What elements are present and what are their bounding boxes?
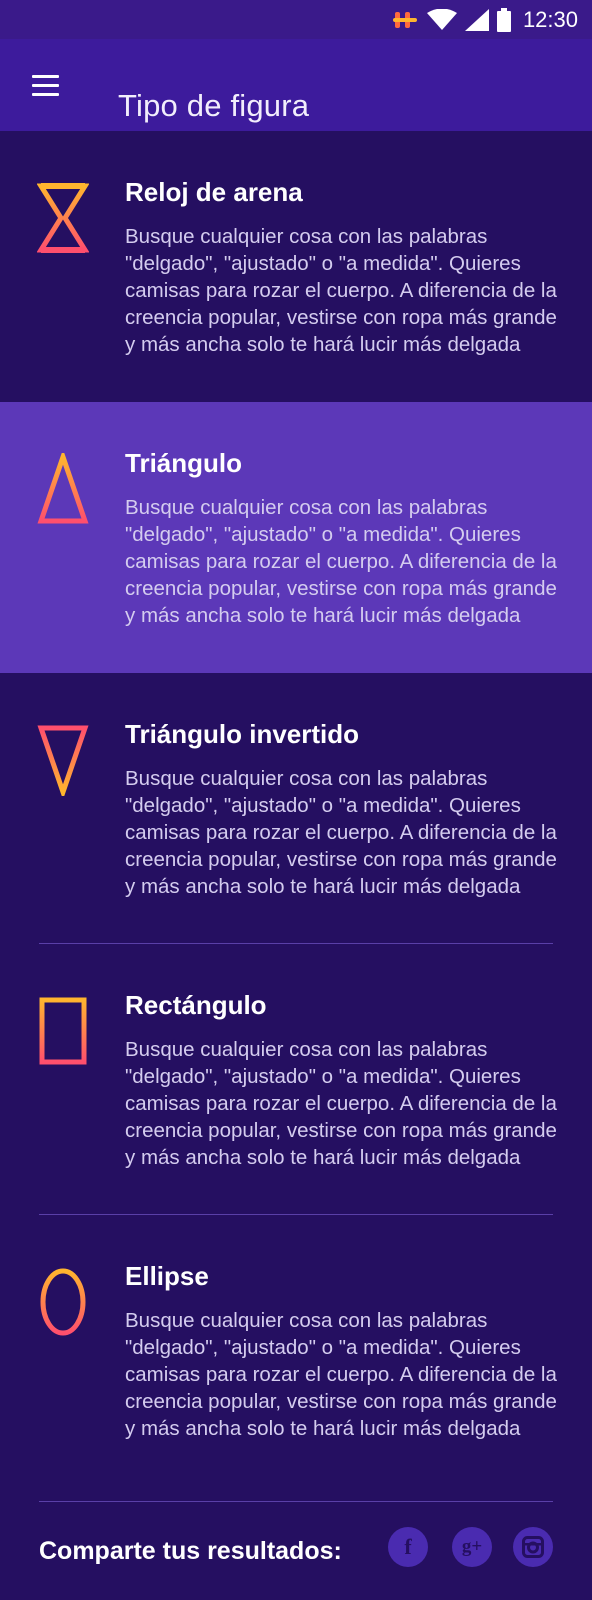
instagram-glyph [522, 1536, 544, 1558]
signal-icon [464, 8, 489, 31]
facebook-glyph: f [404, 1534, 412, 1559]
ellipse-icon [40, 1268, 86, 1336]
inverted-triangle-icon [37, 725, 89, 796]
battery-icon [496, 7, 511, 32]
status-time: 12:30 [522, 6, 578, 32]
shape-description: Busque cualquier cosa con las palabras "… [125, 1309, 557, 1440]
facebook-icon[interactable]: f [388, 1527, 428, 1567]
app-bar: Tipo de figura [0, 39, 592, 131]
shape-title: Rectángulo [125, 990, 267, 1020]
rectangle-icon [39, 997, 87, 1065]
status-bar: 12:30 [0, 0, 592, 39]
instagram-icon[interactable] [513, 1527, 553, 1567]
hourglass-icon [37, 183, 89, 253]
wifi-icon [426, 8, 457, 30]
shape-item-hourglass[interactable]: Reloj de arena Busque cualquier cosa con… [0, 131, 592, 402]
shape-item-rectangle[interactable]: Rectángulo Busque cualquier cosa con las… [0, 944, 592, 1215]
status-icons: 12:30 [392, 0, 578, 39]
shape-title: Reloj de arena [125, 177, 303, 207]
divider [39, 1501, 553, 1502]
hamburger-menu-icon[interactable] [26, 65, 66, 105]
google-plus-glyph: g+ [461, 1536, 483, 1557]
app-notification-icon [392, 11, 417, 28]
shape-item-inverted-triangle[interactable]: Triángulo invertido Busque cualquier cos… [0, 673, 592, 944]
shape-item-triangle[interactable]: Triángulo Busque cualquier cosa con las … [0, 402, 592, 673]
shape-description: Busque cualquier cosa con las palabras "… [125, 225, 557, 356]
shape-title: Triángulo [125, 448, 242, 478]
shape-item-ellipse[interactable]: Ellipse Busque cualquier cosa con las pa… [0, 1215, 592, 1502]
share-footer: Comparte tus resultados: f g+ [0, 1501, 592, 1600]
shape-title: Ellipse [125, 1261, 209, 1291]
shape-list: Reloj de arena Busque cualquier cosa con… [0, 131, 592, 1502]
share-label: Comparte tus resultados: [39, 1537, 342, 1565]
triangle-icon [37, 453, 89, 524]
shape-description: Busque cualquier cosa con las palabras "… [125, 767, 557, 898]
shape-title: Triángulo invertido [125, 719, 360, 749]
shape-description: Busque cualquier cosa con las palabras "… [125, 496, 557, 627]
shape-description: Busque cualquier cosa con las palabras "… [125, 1038, 557, 1169]
google-plus-icon[interactable]: g+ [452, 1527, 492, 1567]
